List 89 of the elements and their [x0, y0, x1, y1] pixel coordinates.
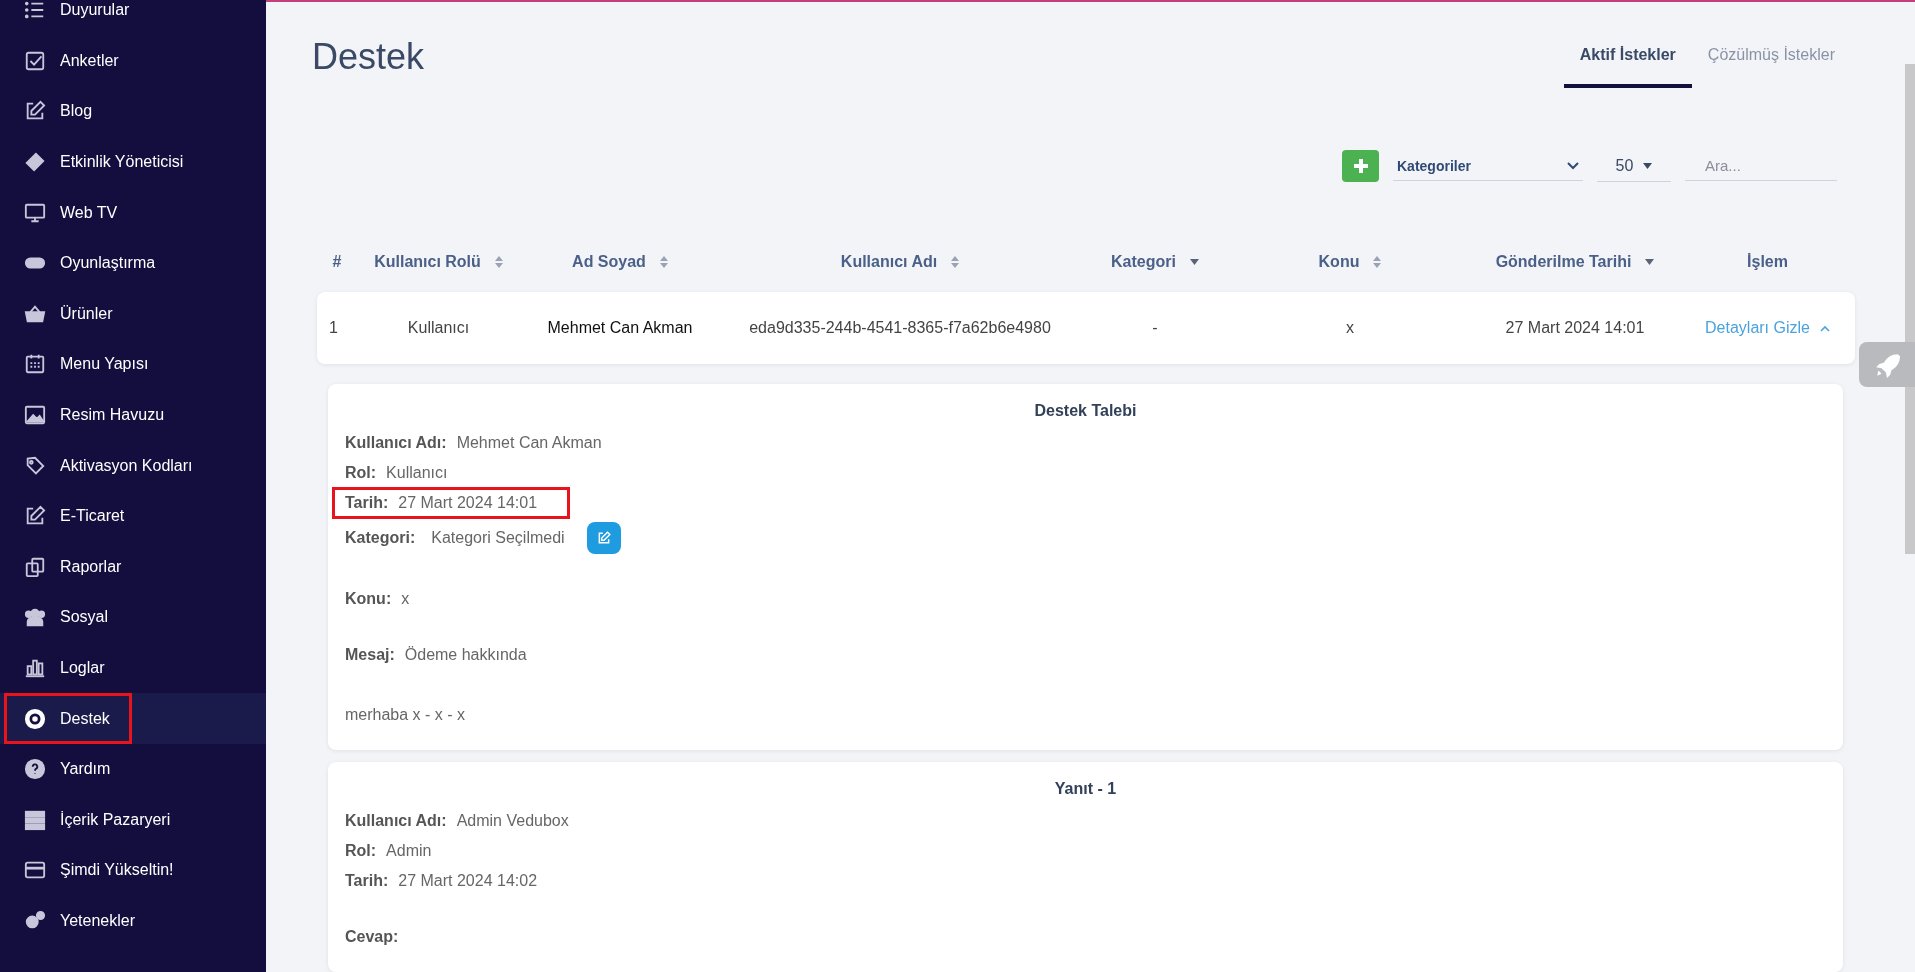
column-header[interactable]: Gönderilme Tarihi — [1470, 253, 1680, 271]
rocket-icon — [1874, 351, 1900, 378]
sidebar-item[interactable]: Yardım — [0, 743, 266, 795]
annotation-box: Destek — [4, 693, 132, 744]
table-cell-text: - — [1151, 319, 1159, 337]
field-value: Admin Vedubox — [456, 812, 569, 830]
field-value: Mehmet Can Akman — [456, 434, 602, 452]
sidebar-item[interactable]: Raporlar — [0, 541, 266, 593]
sidebar-item[interactable]: Şimdi Yükseltin! — [0, 845, 266, 896]
sidebar-item[interactable]: Ürünler — [0, 288, 266, 340]
column-header[interactable]: İşlem — [1680, 253, 1855, 271]
edit-icon — [596, 531, 611, 545]
caret-down-icon[interactable] — [1645, 259, 1655, 265]
chevron-icon — [1819, 324, 1830, 332]
field-label: Konu: — [345, 590, 392, 608]
page-size-select[interactable]: 50 — [1597, 150, 1671, 182]
sidebar-item[interactable]: Blog — [0, 86, 266, 137]
tag-icon — [24, 454, 46, 477]
help-icon — [24, 758, 46, 781]
copy-icon — [24, 555, 46, 578]
table-cell-text: x — [1345, 319, 1355, 337]
plus-icon — [1353, 159, 1368, 173]
table-cell-text: Kullanıcı — [406, 319, 471, 337]
sidebar-item[interactable]: Web TV — [0, 187, 266, 238]
checkbox-icon — [24, 49, 46, 72]
column-header[interactable]: Kategori — [1080, 253, 1230, 271]
sidebar-item[interactable]: Oyunlaştırma — [0, 237, 266, 289]
tab[interactable]: Aktif İstekler — [1563, 2, 1692, 88]
field-value: Kategori Seçilmedi — [431, 529, 565, 547]
sidebar-item[interactable]: Aktivasyon Kodları — [0, 440, 266, 491]
sidebar-item[interactable]: Anketler — [0, 35, 266, 87]
field-label: Tarih: — [345, 872, 389, 890]
sidebar-item[interactable]: İçerik Pazaryeri — [0, 794, 266, 846]
table-cell-text: 27 Mart 2024 14:01 — [1504, 319, 1646, 337]
table-row[interactable]: 1 Kullanıcı Mehmet Can Akman eda9d335-244b-4541-8365-f7a62b6e4980 - x 27 Mart 2024 14:01 Detayları Gizle — [317, 292, 1855, 364]
sort-icon[interactable] — [659, 256, 668, 268]
search-field[interactable]: Ara... — [1685, 151, 1837, 181]
bar-chart-icon — [24, 657, 46, 679]
sidebar-item[interactable]: Resim Havuzu — [0, 389, 266, 441]
field-value: 27 Mart 2024 14:01 — [398, 494, 538, 512]
sidebar-item[interactable]: E-Ticaret — [0, 490, 266, 542]
card-title: Yanıt - 1 — [1053, 780, 1118, 798]
scrollbar-thumb[interactable] — [1905, 64, 1915, 554]
card-title: Destek Talebi — [1033, 402, 1138, 420]
sidebar-item[interactable]: Etkinlik Yöneticisi — [0, 136, 266, 188]
table-cell-text: 1 — [328, 319, 339, 337]
field-value: 27 Mart 2024 14:02 — [398, 872, 538, 890]
column-header[interactable]: Kullanıcı Adı — [720, 253, 1080, 271]
column-header[interactable]: # — [317, 253, 357, 271]
sidebar-item[interactable]: Menu Yapısı — [0, 339, 266, 390]
field-label: Rol: — [345, 464, 377, 482]
page-title: Destek — [312, 36, 425, 78]
field-label: Kullanıcı Adı: — [345, 812, 447, 830]
caret-down-icon — [1643, 162, 1653, 169]
table-cell-text: eda9d335-244b-4541-8365-f7a62b6e4980 — [748, 319, 1052, 337]
field-value: Admin — [386, 842, 432, 860]
field-label: Mesaj: — [345, 646, 395, 664]
lifebuoy-icon — [24, 707, 46, 730]
sidebar-item[interactable]: Sosyal — [0, 592, 266, 643]
table-cell-text: Mehmet Can Akman — [546, 319, 694, 337]
field-label: Kategori: — [345, 529, 416, 547]
column-header[interactable]: Konu — [1230, 253, 1470, 271]
add-button[interactable] — [1342, 150, 1379, 182]
column-header[interactable]: Ad Soyad — [520, 253, 720, 271]
field-label: Cevap: — [345, 928, 399, 946]
field-label: Rol: — [345, 842, 377, 860]
sidebar-item[interactable]: Loglar — [0, 642, 266, 694]
sort-icon[interactable] — [1373, 256, 1382, 268]
sort-icon[interactable] — [494, 256, 503, 268]
rocket-button[interactable] — [1859, 342, 1915, 387]
sidebar-item[interactable]: Destek — [0, 693, 266, 744]
column-header[interactable]: Kullanıcı Rolü — [357, 253, 520, 271]
field-value: Ödeme hakkında — [404, 646, 527, 664]
monitor-icon — [24, 201, 46, 224]
message-text: merhaba x - x - x — [345, 706, 466, 724]
sidebar-item[interactable]: Duyurular — [0, 0, 266, 36]
sort-icon[interactable] — [951, 256, 960, 268]
field-value: x — [401, 590, 410, 608]
sidebar-item[interactable]: Yetenekler — [0, 895, 266, 947]
image-icon — [24, 404, 46, 427]
category-select[interactable]: Kategoriler — [1393, 151, 1583, 181]
chevron-down-icon — [1567, 161, 1579, 170]
calendar-icon — [24, 353, 46, 376]
field-label: Kullanıcı Adı: — [345, 434, 447, 452]
caret-down-icon[interactable] — [1189, 259, 1199, 265]
edit-category-button[interactable] — [586, 522, 621, 554]
field-label: Tarih: — [345, 494, 389, 512]
server-icon — [24, 808, 46, 831]
field-value: Kullanıcı — [386, 464, 448, 482]
